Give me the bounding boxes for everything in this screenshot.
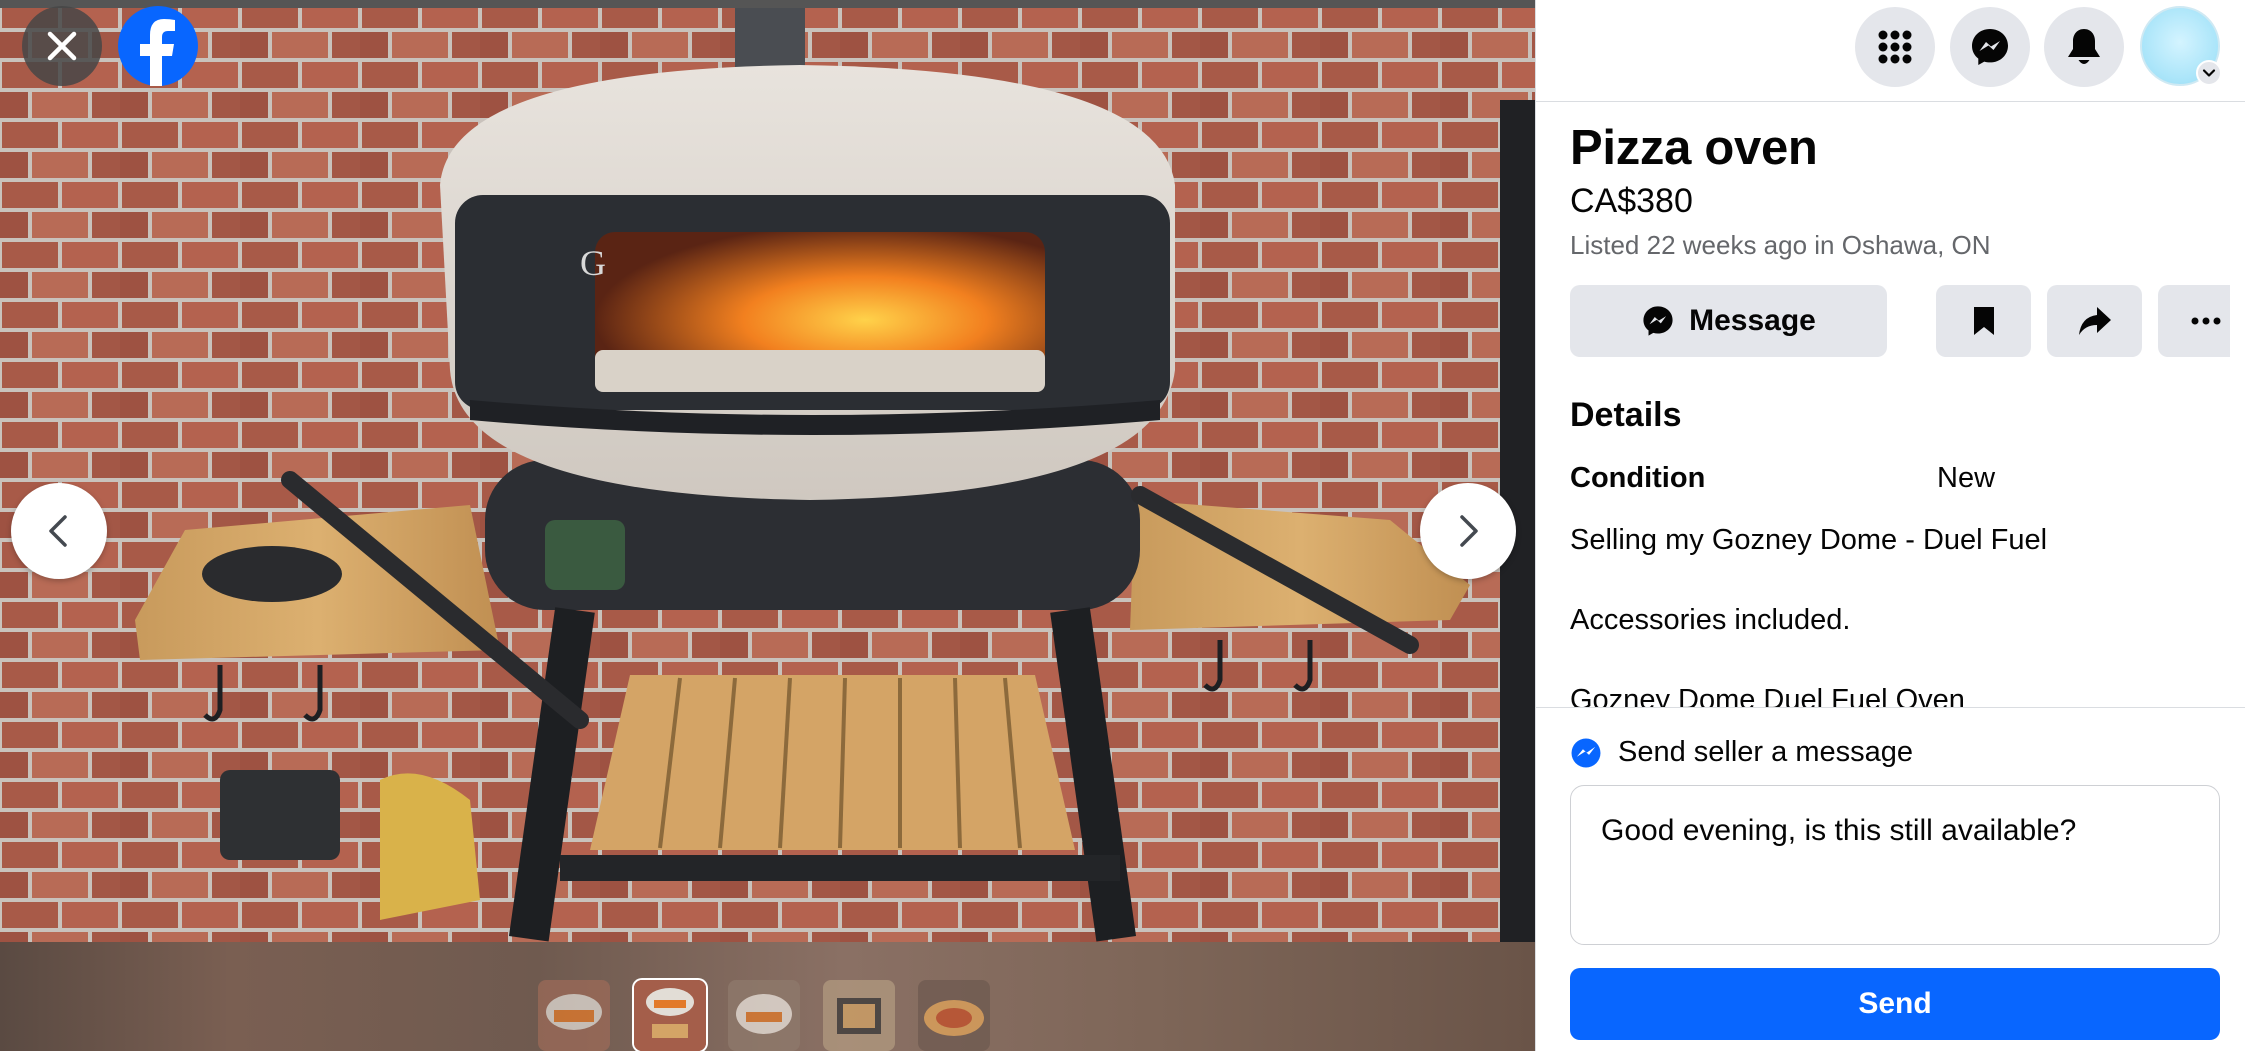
notifications-button[interactable]: [2044, 7, 2124, 87]
save-button[interactable]: [1936, 285, 2031, 357]
send-seller-label: Send seller a message: [1618, 736, 1913, 768]
menu-grid-icon: [1878, 30, 1912, 64]
thumbnail-3[interactable]: [728, 980, 800, 1051]
account-menu-button[interactable]: [2196, 60, 2222, 86]
listing-price: CA$380: [1570, 182, 1693, 220]
more-dots-icon: [2191, 317, 2220, 325]
details-heading: Details: [1570, 396, 1682, 434]
svg-text:G: G: [580, 243, 606, 283]
chevron-left-icon: [49, 515, 67, 547]
previous-photo-button[interactable]: [11, 483, 107, 579]
description-line: Selling my Gozney Dome - Duel Fuel: [1570, 524, 2048, 556]
thumbnail-4[interactable]: [823, 980, 895, 1051]
condition-label: Condition: [1570, 462, 1706, 494]
listing-details: Pizza oven CA$380 Listed 22 weeks ago in…: [1570, 102, 2230, 707]
close-button[interactable]: [22, 6, 102, 86]
thumbnail-1[interactable]: [538, 980, 610, 1051]
listing-title: Pizza oven: [1570, 121, 1818, 175]
message-composer: Send seller a message Good evening, is t…: [1536, 707, 2245, 1051]
photo-viewer: G: [0, 0, 1535, 1051]
bookmark-icon: [1973, 307, 1994, 335]
chevron-right-icon: [1460, 515, 1478, 547]
listing-panel: Pizza oven CA$380 Listed 22 weeks ago in…: [1535, 0, 2245, 1051]
top-navigation-bar: [1536, 0, 2245, 102]
condition-value: New: [1937, 462, 1996, 494]
listing-meta: Listed 22 weeks ago in Oshawa, ON: [1570, 230, 1991, 260]
listing-photo: G: [0, 0, 1535, 942]
description-line: Accessories included.: [1570, 604, 1851, 636]
description-line: Gozney Dome Duel Fuel Oven: [1570, 684, 1965, 707]
share-button[interactable]: [2047, 285, 2142, 357]
chevron-down-icon: [2202, 69, 2216, 77]
message-button-label: Message: [1689, 304, 1816, 337]
share-arrow-icon: [2078, 307, 2111, 335]
messenger-icon: [1571, 738, 1601, 767]
notifications-bell-icon: [2068, 29, 2100, 64]
messenger-icon: [1972, 29, 2008, 65]
next-photo-button[interactable]: [1420, 483, 1516, 579]
facebook-logo[interactable]: [118, 6, 198, 86]
menu-button[interactable]: [1855, 7, 1935, 87]
messenger-icon: [1643, 306, 1673, 336]
send-seller-header: Send seller a message: [1570, 736, 1913, 769]
facebook-logo-icon: [140, 19, 175, 86]
message-button[interactable]: Message: [1570, 285, 1887, 357]
close-icon: [47, 31, 77, 61]
send-button[interactable]: Send: [1570, 968, 2220, 1040]
messenger-button[interactable]: [1950, 7, 2030, 87]
thumbnail-5[interactable]: [918, 980, 990, 1051]
thumbnail-2[interactable]: [634, 980, 706, 1051]
more-options-button[interactable]: [2158, 285, 2230, 357]
message-input[interactable]: Good evening, is this still available?: [1570, 785, 2220, 945]
